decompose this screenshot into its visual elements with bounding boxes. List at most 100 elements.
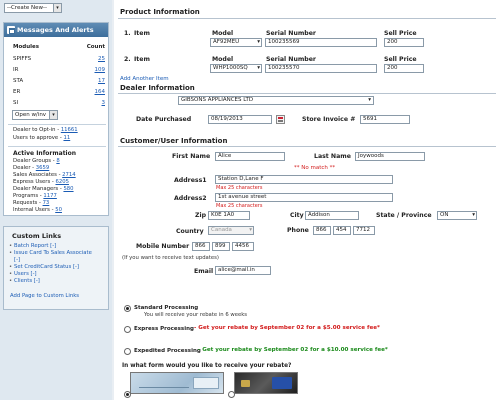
dealer-optin-line: Dealer to Opt-in - 11661 xyxy=(13,127,109,134)
city-input[interactable]: Addison xyxy=(305,211,359,220)
model-select[interactable]: AF92MEU ▾ xyxy=(210,38,262,47)
sell-price-input[interactable]: 200 xyxy=(384,64,424,73)
custom-link-users[interactable]: • Users [-] xyxy=(9,271,108,278)
active-info-label: Sales Associates - xyxy=(13,172,63,178)
address2-input[interactable]: 1st avenue street xyxy=(215,193,393,202)
dealer-select[interactable]: GIBSONS APPLIANCES LTD ▾ xyxy=(178,96,374,105)
active-info-label: Requests - xyxy=(13,200,43,206)
serial-label: Serial Number xyxy=(266,56,316,63)
active-info-link[interactable]: 6205 xyxy=(55,179,68,185)
count-header: Count xyxy=(86,44,105,50)
mobile-prefix-input[interactable]: 899 xyxy=(212,242,230,251)
active-info-label: Dealer Managers - xyxy=(13,186,64,192)
expedited-processing-desc: - Get your rebate by September 02 for a … xyxy=(198,347,388,353)
expedited-processing-title: Expedited Processing xyxy=(134,348,201,354)
store-invoice-input[interactable]: 5691 xyxy=(360,115,410,124)
model-value: WHP1000SQ xyxy=(213,65,248,71)
prepaid-card-image[interactable] xyxy=(234,372,298,394)
product-section-title: Product Information xyxy=(120,8,200,16)
open-status-select[interactable]: Open w/inv ▾ xyxy=(12,110,58,120)
sell-price-label: Sell Price xyxy=(384,56,417,63)
active-info-line: Sales Associates - 2714 xyxy=(13,172,109,179)
main-content: Product Information 1. Item Model Serial… xyxy=(114,0,500,400)
model-label: Model xyxy=(212,56,234,63)
cheque-radio[interactable] xyxy=(124,391,131,398)
address1-input[interactable]: Station D,Lane F xyxy=(215,175,393,184)
custom-link-label: Clients [-] xyxy=(14,278,40,284)
custom-link-label: Issue Card To Sales Associate [-] xyxy=(14,250,92,263)
phone-line-input[interactable]: 7712 xyxy=(353,226,375,235)
state-label: State / Province xyxy=(376,212,432,219)
serial-input[interactable]: 100235570 xyxy=(265,64,377,73)
module-row: STA 17 xyxy=(13,77,105,86)
custom-link-clients[interactable]: • Clients [-] xyxy=(9,278,108,285)
address2-hint: Max 25 characters xyxy=(216,203,263,209)
mobile-area-input[interactable]: 866 xyxy=(192,242,210,251)
sidebar: --Create New-- ▾ Messages And Alerts Mod… xyxy=(0,0,112,400)
module-label: SI xyxy=(13,100,19,106)
chevron-down-icon: ▾ xyxy=(49,111,57,119)
chevron-down-icon: ▾ xyxy=(53,4,61,12)
sell-price-label: Sell Price xyxy=(384,30,417,37)
serial-input[interactable]: 100235569 xyxy=(265,38,377,47)
module-row: ER 164 xyxy=(13,88,105,97)
active-info-link[interactable]: 2714 xyxy=(62,172,75,178)
divider xyxy=(118,93,496,94)
active-info-label: Dealer Groups - xyxy=(13,158,57,164)
create-new-select[interactable]: --Create New-- ▾ xyxy=(4,3,62,13)
active-info-link[interactable]: 3659 xyxy=(36,165,49,171)
email-label: Email xyxy=(194,268,214,275)
first-name-input[interactable]: Alice xyxy=(215,152,285,161)
active-info-link[interactable]: 50 xyxy=(55,207,62,213)
active-info-link[interactable]: 8 xyxy=(56,158,59,164)
users-approve-link[interactable]: 11 xyxy=(63,135,70,141)
module-count-link[interactable]: 3 xyxy=(102,99,106,108)
address1-hint: Max 25 characters xyxy=(216,185,263,191)
custom-link-creditcard-status[interactable]: • Set CreditCard Status [-] xyxy=(9,264,108,271)
zip-input[interactable]: K0E 1A0 xyxy=(208,211,250,220)
chevron-down-icon: ▾ xyxy=(257,39,260,45)
active-info-link[interactable]: 73 xyxy=(43,200,50,206)
country-select[interactable]: Canada ▾ xyxy=(208,226,254,235)
custom-links-title: Custom Links xyxy=(12,232,62,240)
custom-link-batch-report[interactable]: • Batch Report [-] xyxy=(9,243,108,250)
active-info-link[interactable]: 1177 xyxy=(43,193,56,199)
active-info-line: Internal Users - 50 xyxy=(13,207,109,214)
sell-price-input[interactable]: 200 xyxy=(384,38,424,47)
module-count-link[interactable]: 17 xyxy=(98,77,105,86)
phone-area-input[interactable]: 866 xyxy=(313,226,331,235)
standard-processing-radio[interactable] xyxy=(124,305,131,312)
expedited-processing-radio[interactable] xyxy=(124,348,131,355)
custom-link-issue-card[interactable]: • Issue Card To Sales Associate [-] xyxy=(9,250,94,264)
module-label: STA xyxy=(13,78,24,84)
address1-label: Address1 xyxy=(174,177,207,184)
bullet-icon: • xyxy=(9,278,13,284)
cheque-image[interactable] xyxy=(130,372,224,394)
custom-link-label: Set CreditCard Status [-] xyxy=(14,264,79,270)
email-input[interactable]: alice@mail.in xyxy=(215,266,271,275)
active-info-link[interactable]: 580 xyxy=(63,186,73,192)
card-logo xyxy=(272,377,292,389)
date-purchased-input[interactable]: 08/19/2013 xyxy=(208,115,272,124)
active-info-label: Internal Users - xyxy=(13,207,56,213)
module-count-link[interactable]: 164 xyxy=(95,88,106,97)
module-count-link[interactable]: 109 xyxy=(95,66,106,75)
dealer-optin-link[interactable]: 11661 xyxy=(61,127,78,133)
module-count-link[interactable]: 25 xyxy=(98,55,105,64)
model-value: AF92MEU xyxy=(213,39,240,45)
add-another-item-link[interactable]: Add Another Item xyxy=(120,76,169,82)
express-processing-radio[interactable] xyxy=(124,326,131,333)
card-radio[interactable] xyxy=(228,391,235,398)
module-row: IR 109 xyxy=(13,66,105,75)
phone-prefix-input[interactable]: 454 xyxy=(333,226,351,235)
calendar-icon[interactable] xyxy=(276,115,285,124)
last-name-input[interactable]: Joywoods xyxy=(355,152,425,161)
active-info-line: Programs - 1177 xyxy=(13,193,109,200)
module-row: SPIFFS 25 xyxy=(13,55,105,64)
model-select[interactable]: WHP1000SQ ▾ xyxy=(210,64,262,73)
module-label: ER xyxy=(13,89,21,95)
add-page-link[interactable]: Add Page to Custom Links xyxy=(10,293,104,300)
state-select[interactable]: ON ▾ xyxy=(437,211,477,220)
mobile-line-input[interactable]: 4456 xyxy=(232,242,254,251)
item-label: Item xyxy=(134,30,150,37)
